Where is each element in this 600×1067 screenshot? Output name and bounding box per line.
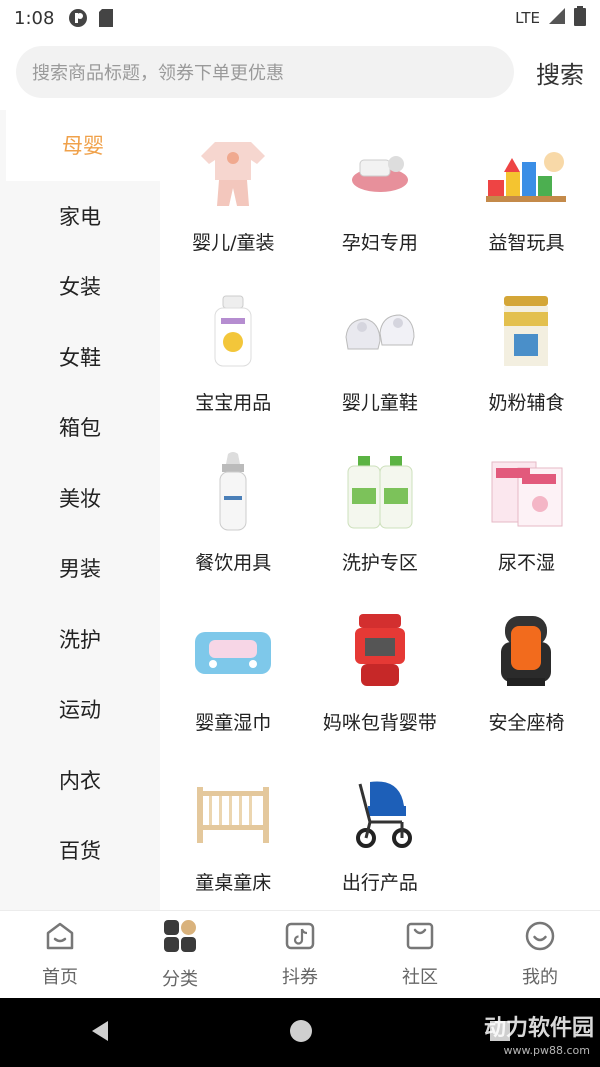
category-item-baby-clothes[interactable]: 婴儿/童装 — [160, 120, 307, 280]
category-label: 婴儿/童装 — [192, 232, 275, 254]
baby-clothes-icon — [187, 126, 279, 218]
category-label: 童桌童床 — [195, 872, 272, 894]
category-item-feeding[interactable]: 餐饮用具 — [160, 440, 307, 600]
nav-douquan-label: 抖券 — [282, 967, 318, 988]
category-label: 婴儿童鞋 — [341, 392, 418, 414]
baby-carrier-icon — [334, 606, 426, 698]
search-placeholder: 搜索商品标题，领券下单更优惠 — [32, 63, 284, 84]
watermark-url: www.pw88.com — [503, 1044, 590, 1057]
category-item-baby-supplies[interactable]: 宝宝用品 — [160, 280, 307, 440]
category-label: 孕妇专用 — [341, 232, 418, 254]
baby-lotion-icon — [187, 286, 279, 378]
sidebar-item-xihu[interactable]: 洗护 — [0, 604, 160, 675]
nav-community-label: 社区 — [402, 967, 438, 988]
sd-card-icon — [98, 8, 114, 28]
category-item-baby-carrier[interactable]: 妈咪包背婴带 — [307, 600, 454, 760]
baby-shoes-icon — [334, 286, 426, 378]
sidebar-item-nanzhuang[interactable]: 男装 — [0, 533, 160, 604]
category-item-baby-shoes[interactable]: 婴儿童鞋 — [307, 280, 454, 440]
category-item-car-seat[interactable]: 安全座椅 — [453, 600, 600, 760]
battery-icon — [574, 6, 586, 30]
sidebar-item-meizhuang[interactable]: 美妆 — [0, 463, 160, 534]
category-item-toys[interactable]: 益智玩具 — [453, 120, 600, 280]
milk-powder-icon — [480, 286, 572, 378]
nav-home[interactable]: 首页 — [0, 911, 120, 998]
sidebar-item-xiangbao[interactable]: 箱包 — [0, 392, 160, 463]
category-icon — [162, 918, 198, 959]
sidebar-item-nvxie[interactable]: 女鞋 — [0, 322, 160, 393]
network-type: LTE — [515, 9, 540, 27]
back-icon[interactable] — [88, 1018, 114, 1048]
screen: 1:08 LTE 搜索商品标题，领券下单更优惠 搜索 母婴 家电 女装 女鞋 箱… — [0, 0, 600, 1067]
wet-wipes-icon — [187, 606, 279, 698]
sidebar-item-muying[interactable]: 母婴 — [6, 110, 160, 181]
category-item-milk-powder[interactable]: 奶粉辅食 — [453, 280, 600, 440]
nav-douquan[interactable]: 抖券 — [240, 911, 360, 998]
status-bar: 1:08 LTE — [0, 0, 600, 36]
category-label: 奶粉辅食 — [488, 392, 565, 414]
sidebar-item-baihuo[interactable]: 百货 — [0, 815, 160, 886]
category-label: 洗护专区 — [341, 552, 418, 574]
app-notification-icon — [68, 8, 88, 28]
douyin-coupon-icon — [284, 920, 316, 957]
sidebar-item-nvzhuang[interactable]: 女装 — [0, 251, 160, 322]
crib-icon — [187, 766, 279, 858]
bottom-nav: 首页 分类 抖券 社区 我的 — [0, 910, 600, 998]
signal-icon — [548, 7, 566, 29]
detergent-icon — [334, 446, 426, 538]
sidebar-item-neiyi[interactable]: 内衣 — [0, 745, 160, 816]
nav-category-label: 分类 — [162, 969, 198, 990]
diaper-icon — [480, 446, 572, 538]
category-item-diapers[interactable]: 尿不湿 — [453, 440, 600, 600]
watermark-logo: 动力软件园 — [483, 1016, 594, 1041]
sidebar-item-jiadian[interactable]: 家电 — [0, 181, 160, 252]
home-icon — [44, 920, 76, 957]
nav-home-label: 首页 — [42, 967, 78, 988]
search-button[interactable]: 搜索 — [514, 55, 584, 90]
category-label: 婴童湿巾 — [195, 712, 272, 734]
category-label: 妈咪包背婴带 — [322, 712, 437, 734]
toy-blocks-icon — [480, 126, 572, 218]
home-circle-icon[interactable] — [289, 1019, 313, 1047]
search-row: 搜索商品标题，领券下单更优惠 搜索 — [0, 44, 600, 100]
nav-profile-label: 我的 — [522, 967, 558, 988]
category-item-stroller[interactable]: 出行产品 — [307, 760, 454, 920]
status-time: 1:08 — [14, 7, 55, 29]
category-item-wet-wipes[interactable]: 婴童湿巾 — [160, 600, 307, 760]
category-label: 出行产品 — [341, 872, 418, 894]
category-label: 益智玩具 — [488, 232, 565, 254]
search-input[interactable]: 搜索商品标题，领券下单更优惠 — [16, 46, 514, 98]
stroller-icon — [334, 766, 426, 858]
category-label: 尿不湿 — [497, 552, 555, 574]
category-item-maternity[interactable]: 孕妇专用 — [307, 120, 454, 280]
feeding-bottle-icon — [187, 446, 279, 538]
community-bag-icon — [404, 920, 436, 957]
car-seat-icon — [480, 606, 572, 698]
category-label: 宝宝用品 — [195, 392, 272, 414]
category-label: 安全座椅 — [488, 712, 565, 734]
nav-profile[interactable]: 我的 — [480, 911, 600, 998]
category-item-crib[interactable]: 童桌童床 — [160, 760, 307, 920]
category-sidebar: 母婴 家电 女装 女鞋 箱包 美妆 男装 洗护 运动 内衣 百货 — [0, 110, 160, 910]
nav-community[interactable]: 社区 — [360, 911, 480, 998]
sidebar-item-yundong[interactable]: 运动 — [0, 674, 160, 745]
category-label: 餐饮用具 — [195, 552, 272, 574]
profile-smile-icon — [524, 920, 556, 957]
nav-category[interactable]: 分类 — [120, 911, 240, 998]
category-item-wash-care[interactable]: 洗护专区 — [307, 440, 454, 600]
category-grid: 婴儿/童装 孕妇专用 益智玩具 宝宝用品 婴儿童鞋 奶粉辅食 餐饮用具 洗护专区… — [160, 120, 600, 920]
maternity-icon — [334, 126, 426, 218]
